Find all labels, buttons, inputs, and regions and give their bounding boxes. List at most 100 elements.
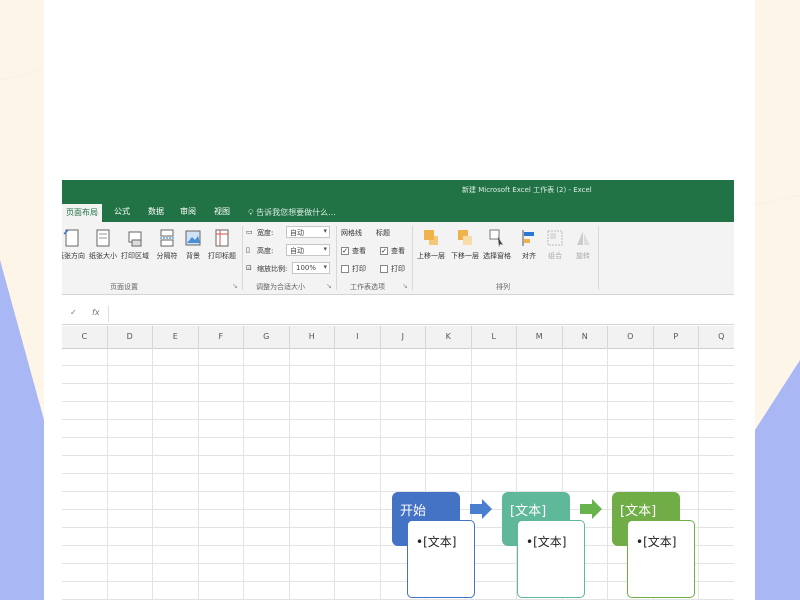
width-dropdown[interactable]: 自动 (286, 226, 330, 238)
send-backward-button[interactable]: 下移一层 (450, 228, 480, 261)
column-header-l[interactable]: L (472, 326, 517, 348)
fx-icon[interactable]: fx (92, 308, 100, 317)
bring-forward-icon (424, 230, 438, 245)
step-3-text[interactable]: •[文本] (627, 520, 695, 598)
print-titles-button[interactable]: 打印标题 (207, 228, 237, 261)
ribbon: 纸张方向 纸张大小 打印区域 分隔符 背景 打印标题 页面设置 ↘ ▭ 宽度: … (62, 222, 734, 295)
column-header-g[interactable]: G (244, 326, 290, 348)
enter-icon[interactable]: ✓ (70, 308, 77, 317)
headings-heading: 标题 (376, 229, 390, 237)
selection-pane-icon (489, 229, 503, 247)
column-header-d[interactable]: D (108, 326, 153, 348)
step-2-text[interactable]: •[文本] (517, 520, 585, 598)
step-1-text[interactable]: •[文本] (407, 520, 475, 598)
background-label: 背景 (186, 252, 200, 260)
scale-spinner[interactable]: 100% (292, 262, 330, 274)
tab-review[interactable]: 审阅 (180, 206, 196, 217)
page-setup-launcher-icon[interactable]: ↘ (232, 282, 238, 290)
column-header-o[interactable]: O (608, 326, 654, 348)
column-header-k[interactable]: K (426, 326, 472, 348)
column-header-h[interactable]: H (290, 326, 335, 348)
arrow-right-icon (470, 499, 492, 519)
group-label: 组合 (548, 252, 562, 260)
column-header-m[interactable]: M (517, 326, 563, 348)
column-header-j[interactable]: J (381, 326, 426, 348)
gridlines-print-label: 打印 (352, 265, 366, 273)
tell-me-box[interactable]: 💡︎ 告诉我您想要做什么... (248, 207, 336, 218)
align-icon (522, 230, 534, 246)
column-header-p[interactable]: P (654, 326, 699, 348)
breaks-icon (160, 229, 174, 247)
grid-row-line (62, 437, 734, 438)
send-backward-icon (458, 230, 472, 245)
print-titles-label: 打印标题 (208, 252, 236, 260)
gridlines-view-checkbox[interactable]: ✓ (341, 247, 349, 255)
rotate-button: 旋转 (568, 228, 598, 261)
height-icon: ▯ (246, 246, 250, 254)
print-titles-icon (215, 229, 229, 247)
gridlines-view-label: 查看 (352, 247, 366, 255)
orientation-button[interactable]: 纸张方向 (62, 228, 86, 261)
orientation-icon (63, 229, 79, 247)
tab-page-layout[interactable]: 页面布局 (62, 204, 102, 222)
print-area-button[interactable]: 打印区域 (120, 228, 150, 261)
rotate-icon (577, 231, 590, 245)
formula-input[interactable] (108, 306, 734, 322)
column-headers: CDEFGHIJKLMNOPQ (62, 326, 734, 349)
group-button: 组合 (540, 228, 570, 261)
separator (412, 226, 413, 290)
tab-formulas[interactable]: 公式 (114, 206, 130, 217)
grid-row-line (62, 365, 734, 366)
column-header-q[interactable]: Q (699, 326, 734, 348)
scale-label: 缩放比例: (257, 265, 288, 273)
headings-print-checkbox[interactable] (380, 265, 388, 273)
formula-bar: ✓ fx (62, 304, 734, 325)
height-dropdown[interactable]: 自动 (286, 244, 330, 256)
column-header-i[interactable]: I (335, 326, 381, 348)
grid-row-line (62, 419, 734, 420)
grid-row-line (62, 383, 734, 384)
column-header-f[interactable]: F (199, 326, 244, 348)
column-header-n[interactable]: N (563, 326, 608, 348)
print-area-label: 打印区域 (121, 252, 149, 260)
separator (336, 226, 337, 290)
lightbulb-icon: 💡︎ (248, 208, 254, 217)
tab-data[interactable]: 数据 (148, 206, 164, 217)
orientation-label: 纸张方向 (62, 252, 85, 260)
group-icon (547, 230, 563, 246)
ribbon-tabs: 页面布局 公式 数据 审阅 视图 💡︎ 告诉我您想要做什么... (62, 202, 734, 222)
paper-size-icon (96, 229, 110, 247)
arrow-right-icon (580, 499, 602, 519)
sheet-options-launcher-icon[interactable]: ↘ (402, 282, 408, 290)
gridlines-heading: 网格线 (341, 229, 362, 237)
scale-icon: ⊡ (246, 264, 252, 272)
bring-forward-button[interactable]: 上移一层 (416, 228, 446, 261)
tell-me-placeholder: 告诉我您想要做什么... (256, 208, 336, 217)
width-icon: ▭ (246, 228, 253, 236)
background-button[interactable]: 背景 (178, 228, 208, 261)
grid-row-line (62, 401, 734, 402)
scale-launcher-icon[interactable]: ↘ (326, 282, 332, 290)
headings-view-checkbox[interactable]: ✓ (380, 247, 388, 255)
window-title: 新建 Microsoft Excel 工作表 (2) - Excel (462, 186, 592, 194)
bring-forward-label: 上移一层 (417, 252, 445, 260)
send-backward-label: 下移一层 (451, 252, 479, 260)
excel-window: 新建 Microsoft Excel 工作表 (2) - Excel 页面布局 … (62, 180, 734, 600)
title-bar: 新建 Microsoft Excel 工作表 (2) - Excel (62, 180, 734, 202)
headings-print-label: 打印 (391, 265, 405, 273)
column-header-e[interactable]: E (153, 326, 199, 348)
selection-pane-button[interactable]: 选择窗格 (482, 228, 512, 261)
sheet-options-group-label: 工作表选项 (350, 283, 385, 291)
grid-row-line (62, 455, 734, 456)
scale-group-label: 调整为合适大小 (256, 283, 305, 291)
selection-pane-label: 选择窗格 (483, 252, 511, 260)
background-icon (185, 230, 201, 246)
page-setup-group-label: 页面设置 (110, 283, 138, 291)
column-header-c[interactable]: C (62, 326, 108, 348)
tab-view[interactable]: 视图 (214, 206, 230, 217)
gridlines-print-checkbox[interactable] (341, 265, 349, 273)
rotate-label: 旋转 (576, 252, 590, 260)
size-button[interactable]: 纸张大小 (88, 228, 118, 261)
size-label: 纸张大小 (89, 252, 117, 260)
grid-row-line (62, 473, 734, 474)
